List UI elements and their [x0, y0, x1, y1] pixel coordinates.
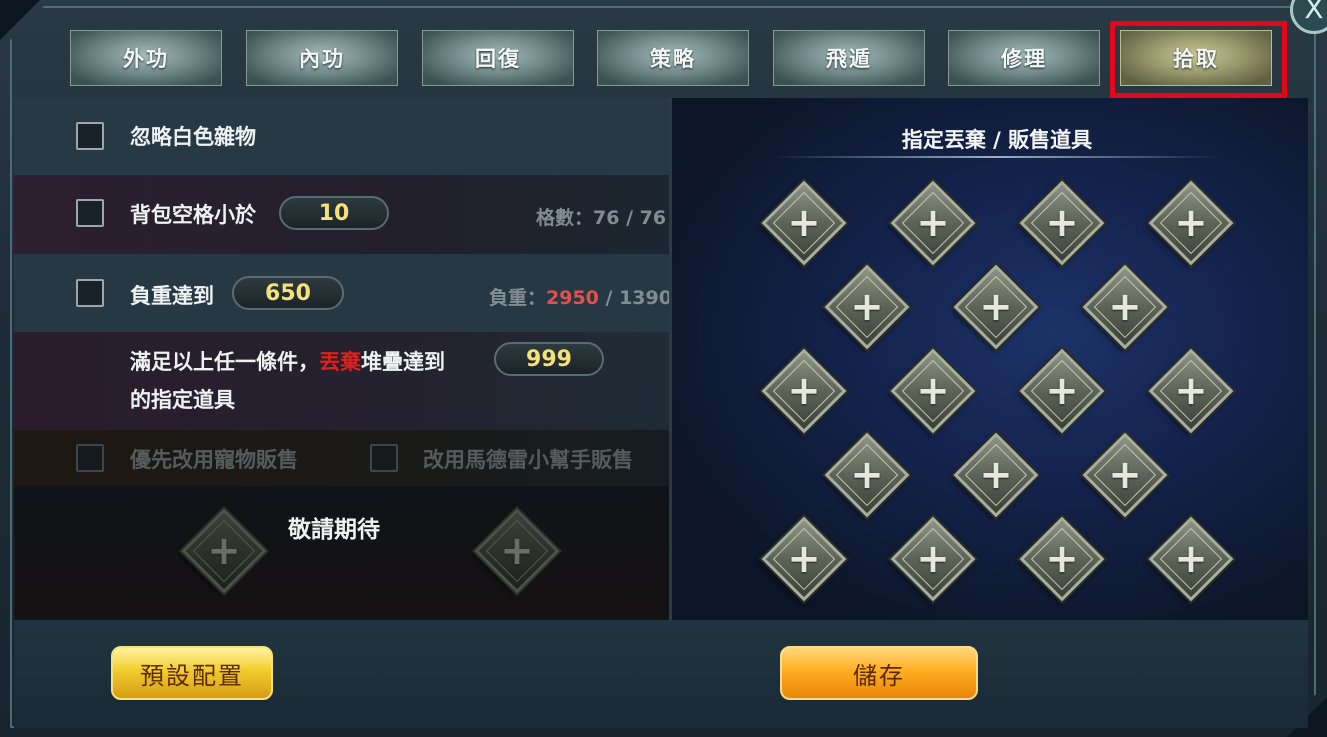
tab-label: 修理	[1001, 47, 1047, 71]
coming-soon-text: 敬請期待	[288, 517, 380, 543]
pickup-settings-panel: 忽略白色雜物 背包空格小於 10 格數：76 / 76 負重達到 650 負重：…	[14, 98, 672, 620]
item-slot[interactable]: +	[761, 516, 847, 602]
plus-icon: +	[787, 368, 821, 414]
item-slot[interactable]: +	[1148, 516, 1234, 602]
plus-icon: +	[1174, 200, 1208, 246]
default-config-button[interactable]: 預設配置	[111, 646, 273, 700]
condition-text: 滿足以上任一條件，丟棄堆疊達到	[130, 346, 445, 376]
bag-slots-sep: /	[619, 207, 640, 229]
weight-info-label: 負重：	[489, 287, 547, 309]
plus-icon: +	[787, 200, 821, 246]
helper-sell-checkbox[interactable]	[370, 444, 398, 472]
tab-external-skill[interactable]: 外功	[70, 30, 222, 86]
item-slot[interactable]: +	[824, 264, 910, 350]
tab-pickup[interactable]: 拾取	[1120, 30, 1272, 86]
item-slot[interactable]: +	[890, 348, 976, 434]
stack-count-input[interactable]: 999	[494, 342, 604, 376]
condition-suffix: 堆疊達到	[361, 350, 445, 374]
plus-icon: +	[1045, 200, 1079, 246]
bag-space-checkbox[interactable]	[76, 199, 104, 227]
item-slot[interactable]: +	[1148, 348, 1234, 434]
bag-slots-current: 76	[593, 207, 620, 229]
row-weight: 負重達到 650 負重：2950 / 1390	[14, 254, 672, 332]
item-slot[interactable]: +	[761, 180, 847, 266]
save-button[interactable]: 儲存	[780, 646, 978, 700]
plus-icon: +	[979, 452, 1013, 498]
plus-icon: +	[500, 528, 534, 574]
weight-info: 負重：2950 / 1390	[489, 283, 672, 310]
plus-icon: +	[850, 284, 884, 330]
tab-label: 飛遁	[826, 47, 872, 71]
tab-label: 內功	[299, 47, 345, 71]
discard-items-panel: 指定丟棄 / 販售道具 + + + + + + + + + + + + + + …	[672, 98, 1308, 620]
plus-icon: +	[850, 452, 884, 498]
row-condition: 滿足以上任一條件，丟棄堆疊達到 999 的指定道具	[14, 332, 670, 430]
item-slot[interactable]: +	[824, 432, 910, 518]
item-slot[interactable]: +	[1082, 432, 1168, 518]
tab-label: 回復	[475, 47, 521, 71]
item-slot[interactable]: +	[890, 180, 976, 266]
condition-discard: 丟棄	[319, 350, 361, 374]
plus-icon: +	[1174, 368, 1208, 414]
plus-icon: +	[916, 200, 950, 246]
bag-space-input[interactable]: 10	[279, 196, 389, 230]
plus-icon: +	[787, 536, 821, 582]
weight-checkbox[interactable]	[76, 279, 104, 307]
plus-icon: +	[979, 284, 1013, 330]
weight-sep: /	[598, 287, 620, 309]
tab-bar: 外功 內功 回復 策略 飛遁 修理 拾取	[70, 30, 1290, 86]
tab-label: 策略	[650, 47, 696, 71]
tab-recovery[interactable]: 回復	[422, 30, 574, 86]
item-slot[interactable]: +	[1148, 180, 1234, 266]
item-slot[interactable]: +	[1019, 180, 1105, 266]
plus-icon: +	[916, 536, 950, 582]
tab-label: 外功	[123, 47, 169, 71]
plus-icon: +	[207, 528, 241, 574]
item-slot[interactable]: +	[1082, 264, 1168, 350]
locked-slot: +	[181, 508, 267, 594]
item-slot[interactable]: +	[890, 516, 976, 602]
row-sell-options: 優先改用寵物販售 改用馬德雷小幫手販售	[14, 430, 670, 486]
locked-slot: +	[474, 508, 560, 594]
bag-space-label: 背包空格小於	[130, 203, 256, 227]
item-slot[interactable]: +	[953, 264, 1039, 350]
weight-label: 負重達到	[130, 284, 214, 308]
tab-flight[interactable]: 飛遁	[773, 30, 925, 86]
plus-icon: +	[1108, 284, 1142, 330]
weight-input[interactable]: 650	[232, 276, 344, 310]
plus-icon: +	[1045, 536, 1079, 582]
helper-sell-label: 改用馬德雷小幫手販售	[423, 448, 633, 472]
plus-icon: +	[1108, 452, 1142, 498]
bag-slots-info: 格數：76 / 76	[536, 203, 666, 230]
bag-slots-max: 76	[639, 207, 667, 229]
discard-items-title: 指定丟棄 / 販售道具	[901, 128, 1093, 152]
ignore-white-label: 忽略白色雜物	[130, 125, 256, 149]
row-coming-soon	[14, 486, 670, 620]
item-slot[interactable]: +	[1019, 348, 1105, 434]
weight-max: 1390	[619, 287, 672, 309]
item-slot[interactable]: +	[1019, 516, 1105, 602]
row-bag-space: 背包空格小於 10 格數：76 / 76	[14, 175, 670, 254]
item-slot[interactable]: +	[953, 432, 1039, 518]
bag-slots-info-label: 格數：	[536, 207, 594, 229]
tab-repair[interactable]: 修理	[948, 30, 1100, 86]
pet-sell-label: 優先改用寵物販售	[130, 448, 298, 472]
tab-internal-skill[interactable]: 內功	[246, 30, 398, 86]
plus-icon: +	[916, 368, 950, 414]
tab-strategy[interactable]: 策略	[597, 30, 749, 86]
close-icon: X	[1304, 0, 1324, 25]
ignore-white-checkbox[interactable]	[76, 122, 104, 150]
title-underline	[772, 156, 1222, 158]
condition-prefix: 滿足以上任一條件，	[130, 350, 319, 374]
row-ignore-white: 忽略白色雜物	[14, 98, 670, 175]
condition-line2: 的指定道具	[130, 388, 235, 412]
tab-label: 拾取	[1173, 47, 1219, 71]
plus-icon: +	[1174, 536, 1208, 582]
pet-sell-checkbox[interactable]	[76, 444, 104, 472]
plus-icon: +	[1045, 368, 1079, 414]
item-slot[interactable]: +	[761, 348, 847, 434]
weight-current: 2950	[546, 287, 599, 309]
